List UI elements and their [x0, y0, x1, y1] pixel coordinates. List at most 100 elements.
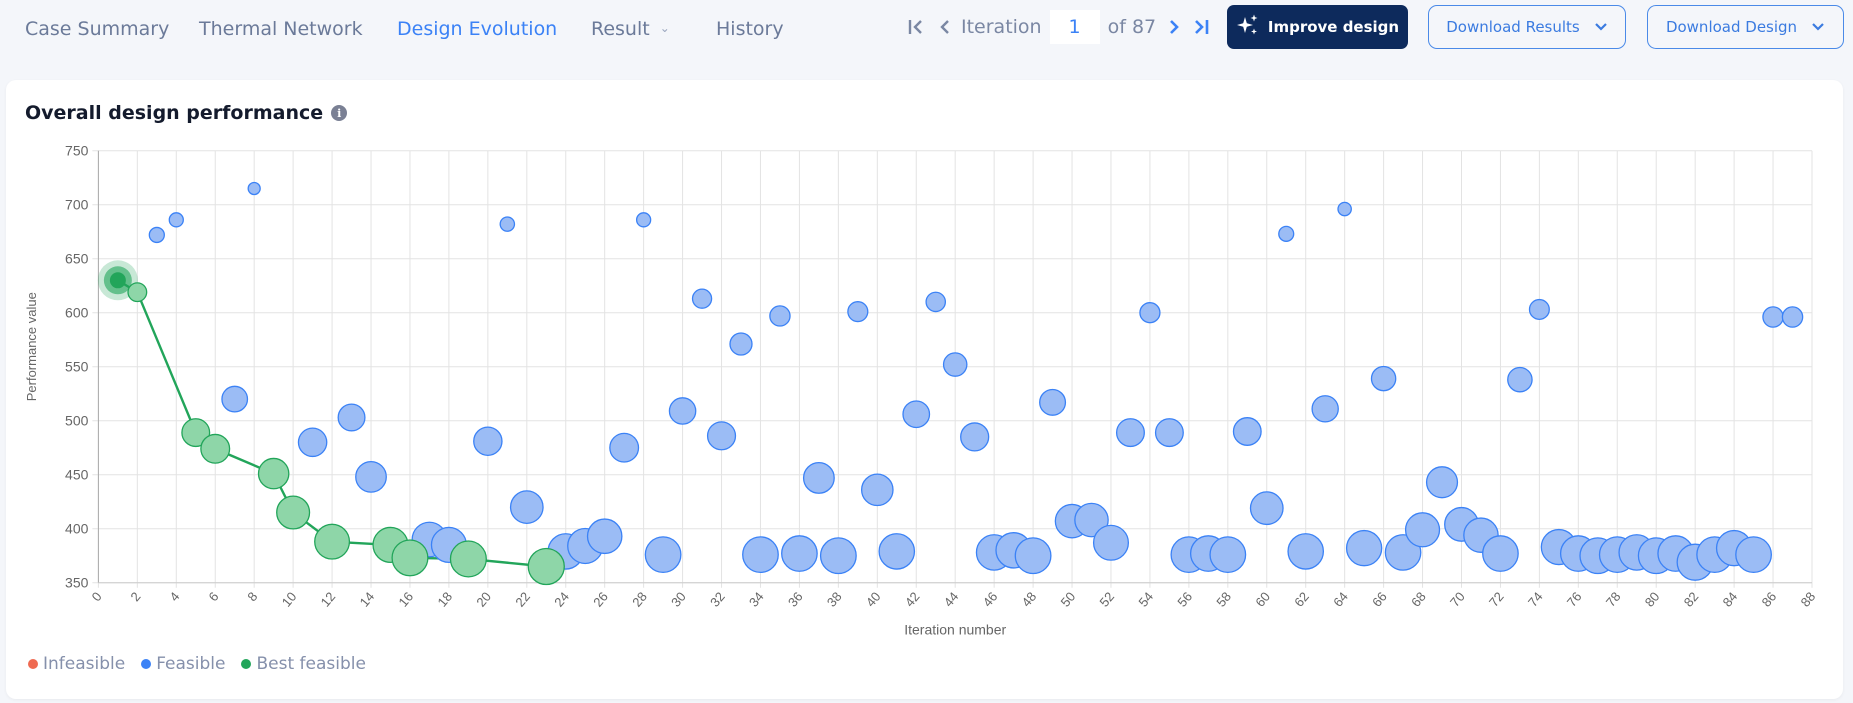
feasible-point[interactable] [473, 426, 503, 456]
download-results-button[interactable]: Download Results [1428, 5, 1626, 49]
best-feasible-point[interactable] [449, 540, 487, 578]
feasible-point[interactable] [1337, 201, 1352, 217]
feasible-point[interactable] [1249, 491, 1284, 526]
tab-thermal-network[interactable]: Thermal Network [199, 14, 363, 44]
best-feasible-point[interactable] [200, 433, 231, 464]
feasible-point[interactable] [781, 535, 818, 572]
tab-result[interactable]: Result ⌄ [591, 14, 670, 46]
feasible-point[interactable] [1232, 417, 1262, 446]
feasible-point[interactable] [1209, 536, 1247, 574]
best-feasible-point[interactable] [127, 282, 148, 303]
feasible-point[interactable] [1139, 302, 1161, 324]
feasible-point[interactable] [586, 518, 623, 555]
x-tick-label: 20 [473, 589, 494, 610]
feasible-point[interactable] [769, 305, 791, 327]
download-design-button[interactable]: Download Design [1647, 5, 1844, 49]
feasible-point[interactable] [1507, 366, 1533, 393]
feasible-point[interactable] [878, 533, 916, 570]
feasible-point[interactable] [1404, 512, 1441, 548]
feasible-point[interactable] [1278, 225, 1295, 242]
feasible-point[interactable] [1781, 306, 1804, 328]
x-tick-label: 24 [551, 589, 572, 610]
feasible-point[interactable] [1370, 365, 1397, 392]
y-tick-label: 450 [65, 467, 89, 483]
feasible-point[interactable] [1039, 388, 1067, 416]
best-feasible-point[interactable] [257, 457, 290, 490]
legend-feasible[interactable]: Feasible [141, 654, 225, 674]
feasible-point[interactable] [925, 291, 947, 313]
feasible-point[interactable] [802, 461, 835, 494]
feasible-point[interactable] [1287, 533, 1325, 570]
feasible-point[interactable] [1014, 537, 1052, 575]
feasible-point[interactable] [1115, 418, 1145, 448]
best-feasible-point[interactable] [276, 495, 311, 530]
selected-point[interactable] [109, 272, 126, 289]
x-tick-label: 78 [1603, 589, 1624, 610]
top-navigation: Case Summary Thermal Network Design Evol… [0, 0, 1853, 58]
x-tick-label: 86 [1759, 589, 1780, 610]
feasible-point[interactable] [902, 400, 931, 429]
feasible-point[interactable] [168, 212, 184, 228]
x-tick-label: 48 [1019, 589, 1040, 610]
legend-best-feasible[interactable]: Best feasible [241, 654, 366, 674]
feasible-point[interactable] [1154, 418, 1184, 448]
feasible-point[interactable] [729, 332, 753, 356]
feasible-point[interactable] [1528, 298, 1550, 320]
feasible-point[interactable] [706, 421, 737, 451]
improve-design-button[interactable]: Improve design [1227, 5, 1408, 49]
feasible-point[interactable] [148, 226, 165, 244]
feasible-point[interactable] [847, 301, 869, 323]
y-tick-label: 350 [65, 575, 89, 591]
prev-icon[interactable] [935, 17, 955, 37]
feasible-point[interactable] [860, 473, 894, 507]
feasible-point[interactable] [1735, 536, 1772, 574]
feasible-point[interactable] [960, 422, 990, 452]
x-tick-label: 26 [590, 589, 611, 610]
best-feasible-point[interactable] [391, 539, 429, 577]
feasible-point[interactable] [221, 385, 249, 413]
feasible-point[interactable] [499, 216, 516, 232]
feasible-point[interactable] [355, 460, 387, 493]
x-tick-label: 52 [1096, 589, 1117, 610]
feasible-point[interactable] [635, 212, 652, 228]
legend-label: Best feasible [256, 654, 366, 674]
feasible-point[interactable] [509, 490, 544, 524]
feasible-point[interactable] [1482, 535, 1519, 572]
feasible-point[interactable] [1311, 395, 1339, 423]
feasible-point[interactable] [1425, 466, 1459, 499]
x-tick-label: 8 [244, 589, 260, 604]
x-tick-label: 32 [707, 589, 728, 610]
iteration-input[interactable] [1049, 10, 1100, 44]
feasible-point[interactable] [1092, 524, 1130, 561]
feasible-point[interactable] [742, 536, 779, 574]
last-page-icon[interactable] [1190, 17, 1212, 37]
feasible-point[interactable] [337, 403, 366, 432]
x-axis-title: Iteration number [904, 622, 1006, 638]
best-feasible-point[interactable] [314, 523, 351, 560]
feasible-point[interactable] [1762, 306, 1784, 328]
feasible-point[interactable] [247, 181, 261, 196]
first-page-icon[interactable] [905, 17, 927, 37]
feasible-point[interactable] [819, 537, 857, 575]
x-tick-label: 60 [1252, 589, 1273, 610]
feasible-point[interactable] [644, 536, 682, 574]
legend-infeasible[interactable]: Infeasible [28, 654, 125, 674]
tab-history[interactable]: History [716, 14, 784, 44]
y-tick-label: 750 [65, 143, 89, 159]
best-feasible-point[interactable] [527, 547, 565, 586]
chevron-down-icon [1594, 18, 1608, 36]
next-icon[interactable] [1164, 17, 1184, 37]
feasible-point[interactable] [609, 432, 640, 463]
legend-dot-icon [241, 659, 252, 669]
x-tick-label: 40 [863, 589, 884, 610]
x-tick-label: 50 [1058, 589, 1079, 610]
feasible-point[interactable] [297, 427, 328, 458]
tab-design-evolution[interactable]: Design Evolution [397, 14, 557, 44]
feasible-point[interactable] [668, 397, 697, 425]
feasible-point[interactable] [942, 352, 968, 377]
feasible-point[interactable] [691, 288, 713, 309]
performance-card: Overall design performance i 350 400 450 50… [6, 80, 1843, 699]
tab-case-summary[interactable]: Case Summary [25, 14, 169, 44]
feasible-point[interactable] [1345, 529, 1383, 567]
legend-dot-icon [141, 659, 152, 669]
